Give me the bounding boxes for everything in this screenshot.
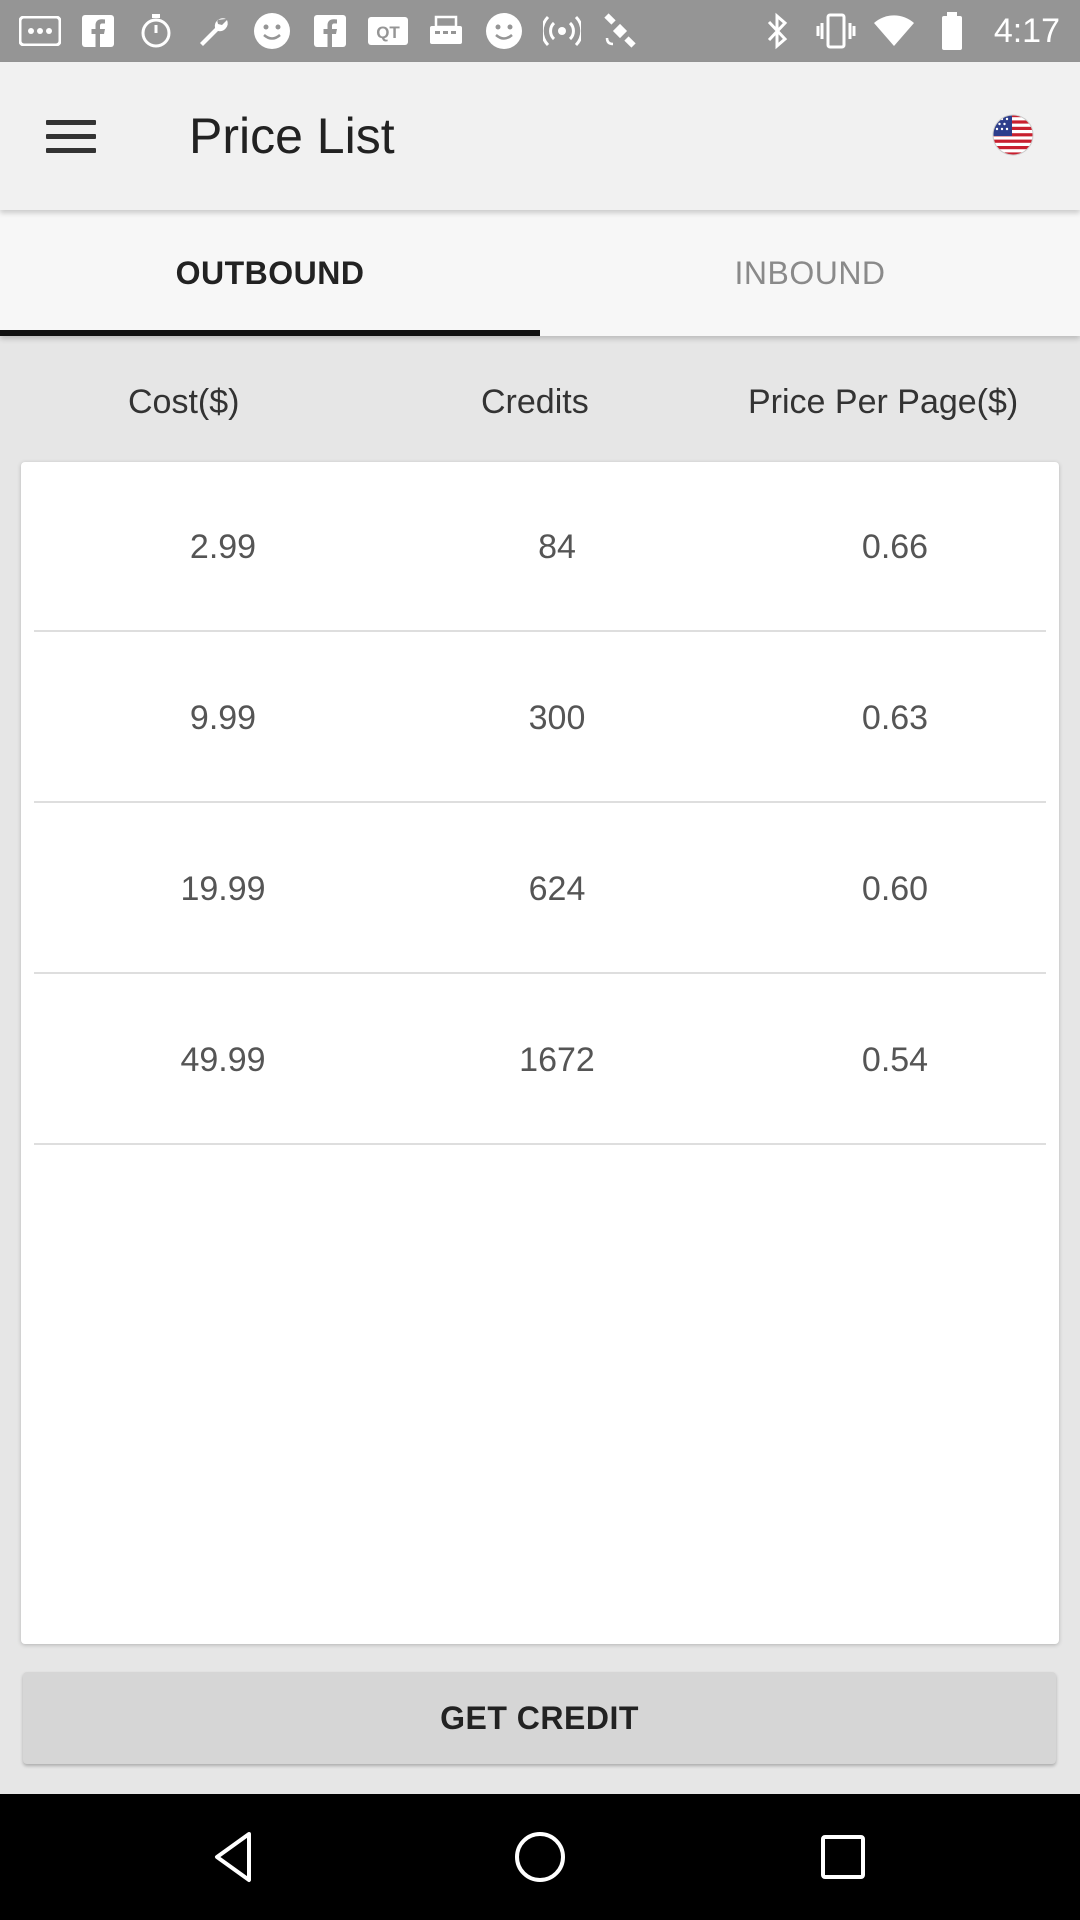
table-row[interactable]: 9.99 300 0.63	[34, 633, 1046, 803]
notification-icons: QT	[18, 8, 642, 54]
cost-cell: 9.99	[189, 699, 257, 737]
table-row[interactable]: 2.99 84 0.66	[34, 462, 1046, 632]
status-bar: QT 4:17	[0, 0, 1080, 62]
vibrate-icon	[814, 9, 858, 53]
credits-cell: 84	[538, 528, 576, 566]
navigation-bar	[0, 1794, 1080, 1920]
credits-cell: 624	[528, 870, 586, 908]
table-header: Cost($) Credits Price Per Page($)	[0, 370, 1080, 434]
app-bar: Price List	[0, 62, 1080, 210]
home-icon[interactable]	[507, 1824, 573, 1890]
wrench-icon	[192, 9, 236, 53]
get-credit-button[interactable]: GET CREDIT	[23, 1672, 1056, 1764]
clock-time: 4:17	[993, 11, 1060, 50]
smiley-icon	[482, 9, 526, 53]
wifi-icon	[872, 9, 916, 53]
stopwatch-icon	[134, 9, 178, 53]
signal-hotspot-icon	[540, 9, 584, 53]
qt-icon: QT	[366, 9, 410, 53]
cost-cell: 49.99	[180, 1041, 266, 1079]
battery-icon	[930, 9, 974, 53]
bluetooth-icon	[756, 9, 800, 53]
facebook-icon	[76, 9, 120, 53]
tab-indicator	[0, 330, 540, 336]
satellite-icon	[598, 9, 642, 53]
cost-cell: 19.99	[180, 870, 266, 908]
price-per-page-cell: 0.60	[861, 870, 929, 908]
column-header-credits: Credits	[481, 383, 589, 421]
tab-bar: OUTBOUND INBOUND	[0, 210, 1080, 336]
table-row[interactable]: 19.99 624 0.60	[34, 804, 1046, 974]
svg-text:QT: QT	[376, 23, 400, 42]
cost-cell: 2.99	[189, 528, 257, 566]
more-icon	[18, 9, 62, 53]
facebook-icon	[308, 9, 352, 53]
hamburger-menu-icon[interactable]	[36, 106, 110, 166]
smiley-icon	[250, 9, 294, 53]
back-icon[interactable]	[203, 1824, 269, 1890]
column-header-cost: Cost($)	[128, 383, 240, 421]
table-row[interactable]: 49.99 1672 0.54	[34, 975, 1046, 1145]
recents-icon[interactable]	[810, 1824, 876, 1890]
us-flag-icon[interactable]	[992, 114, 1034, 156]
tab-inbound[interactable]: INBOUND	[540, 210, 1080, 336]
credits-cell: 300	[528, 699, 586, 737]
system-icons: 4:17	[756, 8, 1060, 54]
price-per-page-cell: 0.63	[861, 699, 929, 737]
fax-icon	[424, 9, 468, 53]
tab-outbound[interactable]: OUTBOUND	[0, 210, 540, 336]
credits-cell: 1672	[519, 1041, 595, 1079]
price-per-page-cell: 0.66	[861, 528, 929, 566]
column-header-price-per-page: Price Per Page($)	[748, 383, 1019, 421]
page-title: Price List	[189, 108, 395, 164]
price-per-page-cell: 0.54	[861, 1041, 929, 1079]
price-list-card: 2.99 84 0.66 9.99 300 0.63 19.99 624 0.6…	[21, 462, 1059, 1644]
